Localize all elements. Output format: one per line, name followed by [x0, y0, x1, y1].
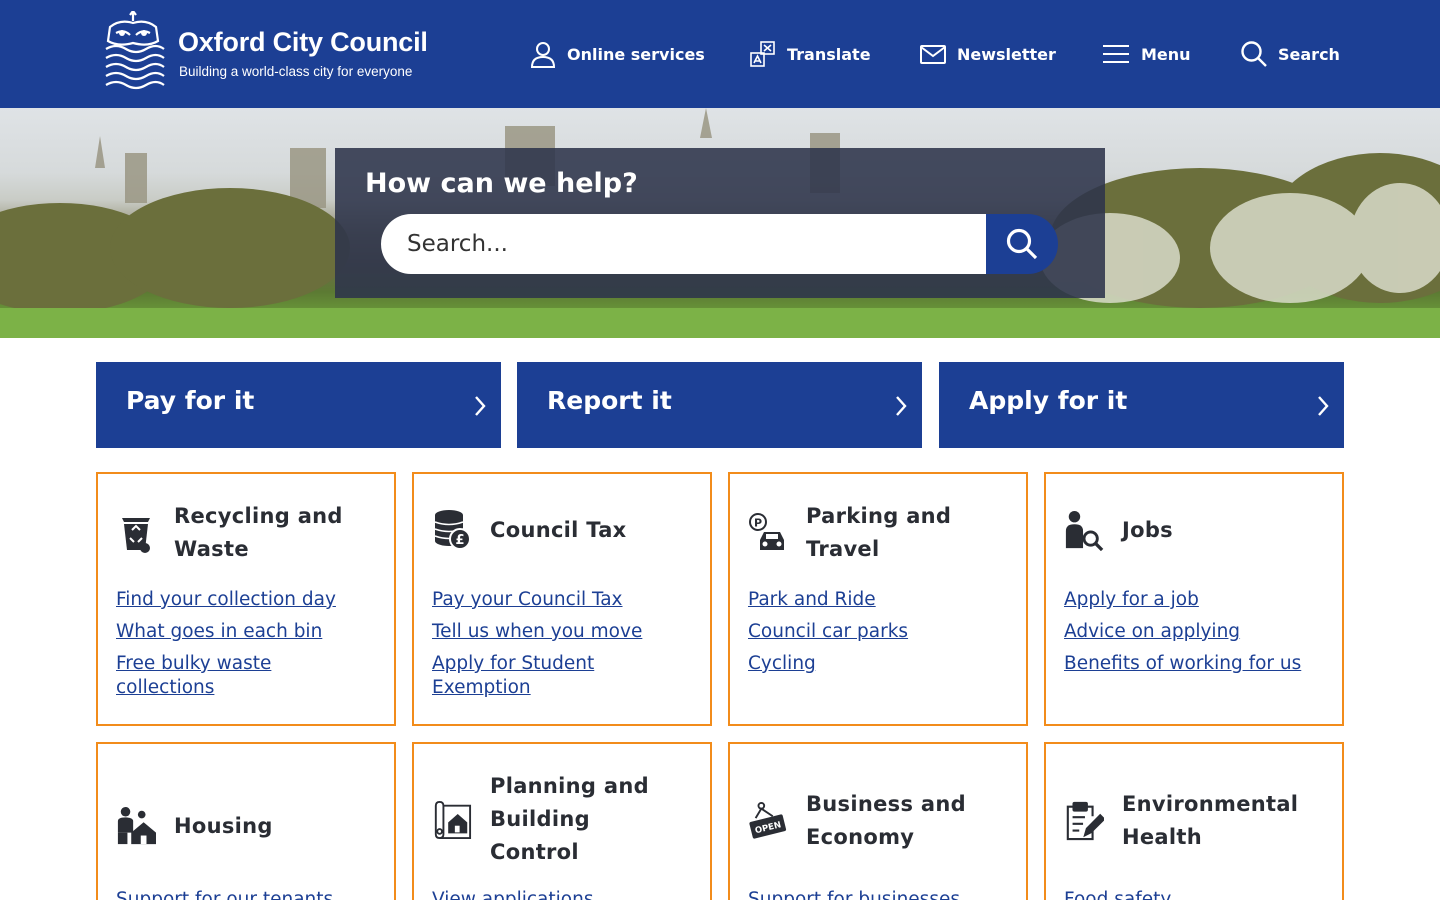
card-link[interactable]: Apply for Student Exemption [432, 652, 632, 700]
svg-text:P: P [754, 517, 762, 530]
nav-label: Online services [567, 44, 705, 64]
quick-action-label: Report it [547, 386, 672, 415]
card-link[interactable]: Cycling [748, 652, 1018, 676]
card-parking-and-travel: P Parking and Travel Park and Ride Counc… [728, 472, 1028, 726]
svg-text:£: £ [455, 533, 464, 548]
nav-label: Search [1278, 44, 1340, 64]
card-title: Business and Economy [806, 792, 966, 849]
nav-search[interactable]: Search [1240, 38, 1340, 70]
nav-label: Translate [787, 44, 871, 64]
card-title: Environmental Health [1122, 792, 1299, 849]
search-input[interactable] [381, 214, 987, 274]
plans-house-icon [432, 798, 472, 842]
nav-online-services[interactable]: Online services [529, 38, 705, 70]
card-title: Housing [174, 813, 273, 838]
card-link[interactable]: Council car parks [748, 620, 1018, 644]
card-link[interactable]: Park and Ride [748, 588, 1018, 612]
card-link[interactable]: Food safety [1064, 888, 1334, 900]
coins-pound-icon: £ [432, 508, 472, 552]
parking-car-icon: P [748, 511, 788, 555]
translate-icon [750, 41, 775, 67]
nav-translate[interactable]: Translate [749, 38, 871, 70]
quick-action-label: Pay for it [126, 386, 255, 415]
card-title: Council Tax [490, 517, 627, 542]
card-title: Parking and Travel [806, 504, 952, 561]
user-icon [530, 42, 556, 68]
chevron-right-icon [475, 396, 486, 416]
card-link[interactable]: Support for businesses [748, 888, 1018, 900]
search-submit-button[interactable] [986, 214, 1058, 274]
envelope-icon [920, 45, 946, 64]
hero-title: How can we help? [365, 168, 638, 199]
open-sign-icon: OPEN [748, 799, 788, 843]
card-jobs: Jobs Apply for a job Advice on applying … [1044, 472, 1344, 726]
card-link[interactable]: What goes in each bin [116, 620, 386, 644]
clipboard-pen-icon [1064, 799, 1104, 843]
hamburger-menu-icon [1103, 45, 1129, 63]
card-link[interactable]: View applications [432, 888, 702, 900]
card-title: Recycling and Waste [174, 504, 343, 561]
nav-label: Menu [1141, 44, 1191, 64]
nav-menu[interactable]: Menu [1101, 38, 1191, 70]
card-link[interactable]: Find your collection day [116, 588, 386, 612]
card-council-tax: £ Council Tax Pay your Council Tax Tell … [412, 472, 712, 726]
card-link[interactable]: Benefits of working for us [1064, 652, 1334, 676]
card-link[interactable]: Pay your Council Tax [432, 588, 702, 612]
card-environmental-health: Environmental Health Food safety [1044, 742, 1344, 900]
card-title: Planning and Building Control [490, 774, 649, 864]
card-link[interactable]: Advice on applying [1064, 620, 1334, 644]
council-logo[interactable]: Oxford City Council Building a world-cla… [100, 10, 460, 94]
chevron-right-icon [896, 396, 907, 416]
chevron-right-icon [1318, 396, 1329, 416]
site-header: Oxford City Council Building a world-cla… [0, 0, 1440, 108]
person-search-icon [1064, 508, 1104, 552]
card-business-and-economy: OPEN Business and Economy Support for bu… [728, 742, 1028, 900]
family-house-icon [116, 804, 156, 848]
hero-banner: How can we help? [0, 108, 1440, 338]
card-link[interactable]: Support for our tenants [116, 888, 386, 900]
card-link[interactable]: Tell us when you move [432, 620, 702, 644]
nav-newsletter[interactable]: Newsletter [919, 38, 1056, 70]
card-recycling-and-waste: Recycling and Waste Find your collection… [96, 472, 396, 726]
council-crest-icon [105, 11, 165, 90]
card-link[interactable]: Apply for a job [1064, 588, 1334, 612]
logo-name: Oxford City Council [178, 27, 428, 57]
apply-for-it-button[interactable]: Apply for it [939, 362, 1344, 448]
card-link[interactable]: Free bulky waste collections [116, 652, 316, 700]
nav-label: Newsletter [957, 44, 1056, 64]
quick-action-label: Apply for it [969, 386, 1128, 415]
card-planning-and-building-control: Planning and Building Control View appli… [412, 742, 712, 900]
report-it-button[interactable]: Report it [517, 362, 922, 448]
logo-tagline: Building a world-class city for everyone [179, 64, 413, 79]
card-housing: Housing Support for our tenants [96, 742, 396, 900]
pay-for-it-button[interactable]: Pay for it [96, 362, 501, 448]
recycling-bin-icon [116, 511, 156, 555]
search-panel: How can we help? [335, 148, 1105, 298]
card-title: Jobs [1122, 517, 1173, 542]
search-icon [1241, 41, 1267, 67]
search-icon [1006, 228, 1038, 260]
